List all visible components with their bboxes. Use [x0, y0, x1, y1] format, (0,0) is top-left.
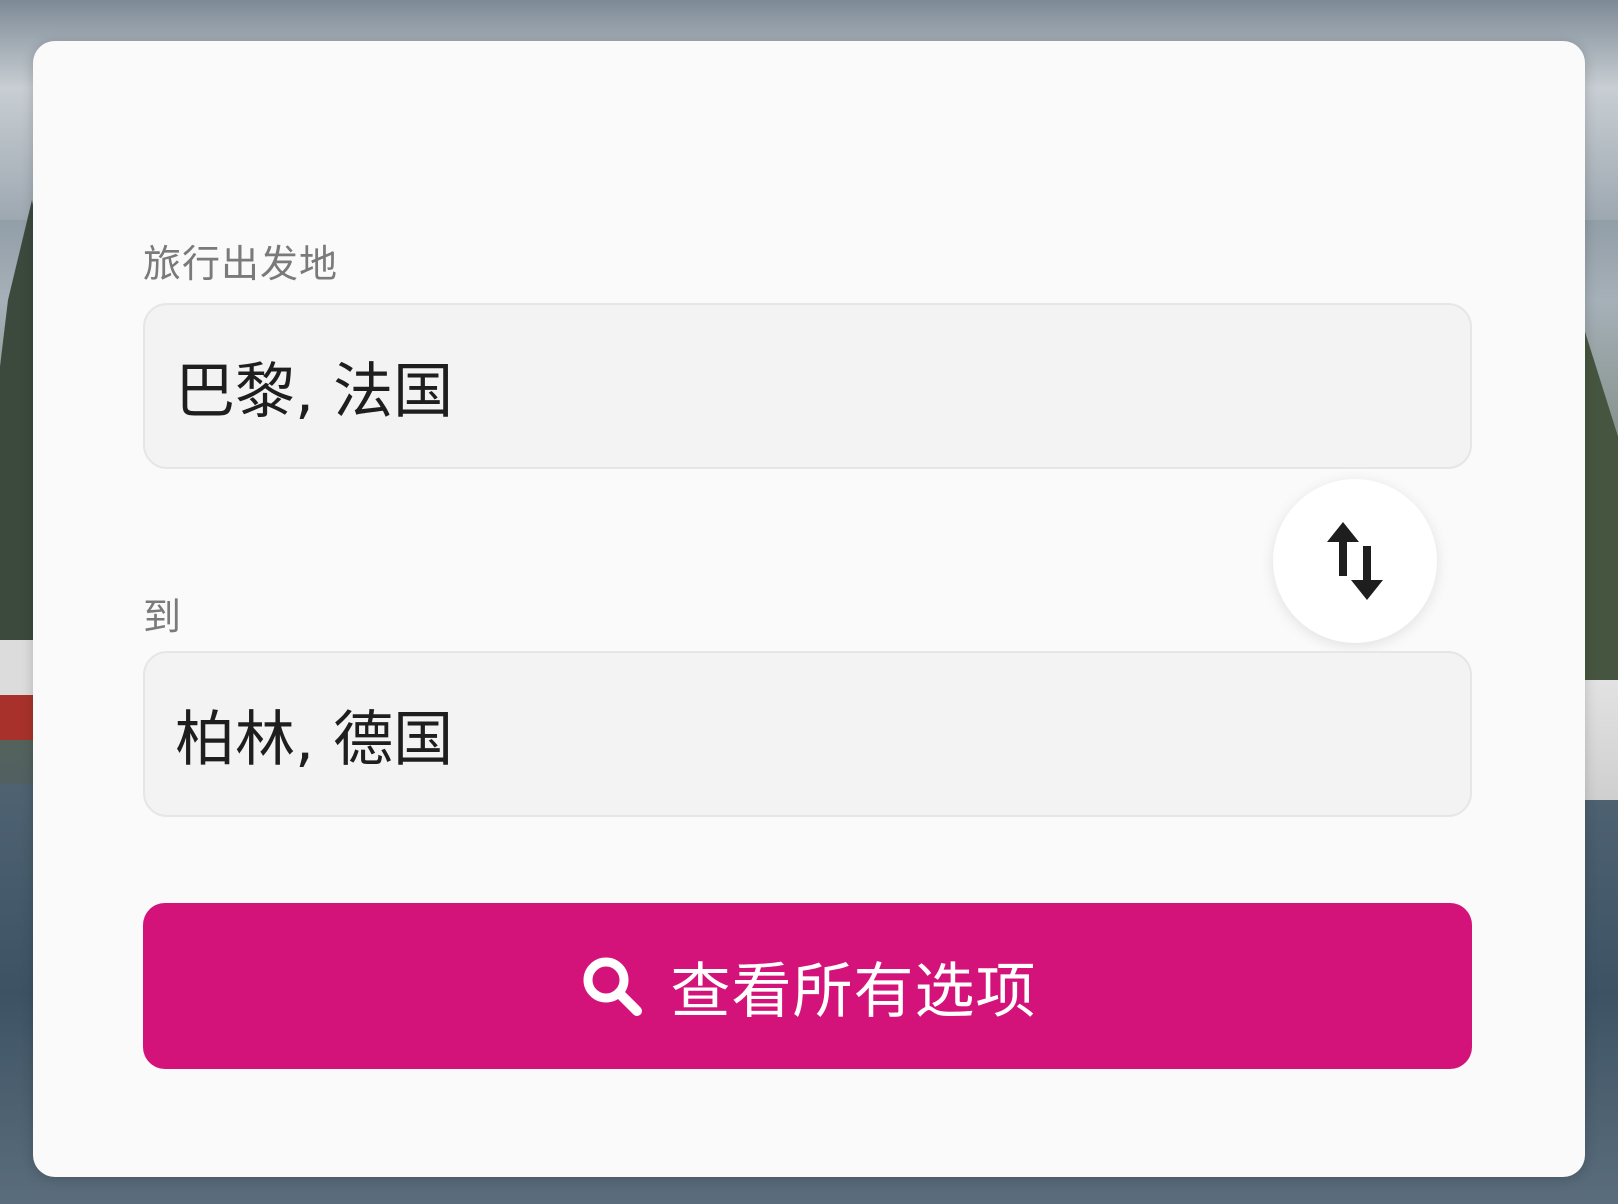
destination-label: 到: [143, 595, 183, 639]
view-all-options-button[interactable]: 查看所有选项: [143, 903, 1472, 1069]
search-card: 旅行出发地 巴黎, 法国 到 柏林, 德国 查看所有选项: [33, 41, 1585, 1177]
destination-input[interactable]: 柏林, 德国: [143, 651, 1472, 817]
origin-input[interactable]: 巴黎, 法国: [143, 303, 1472, 469]
search-icon: [583, 957, 642, 1016]
view-all-options-label: 查看所有选项: [670, 956, 1037, 1027]
origin-input-value: 巴黎, 法国: [175, 356, 454, 427]
destination-input-value: 柏林, 德国: [175, 704, 454, 775]
swap-locations-button[interactable]: [1273, 479, 1437, 643]
swap-vertical-arrows-icon: [1327, 522, 1383, 600]
origin-label: 旅行出发地: [143, 242, 339, 286]
